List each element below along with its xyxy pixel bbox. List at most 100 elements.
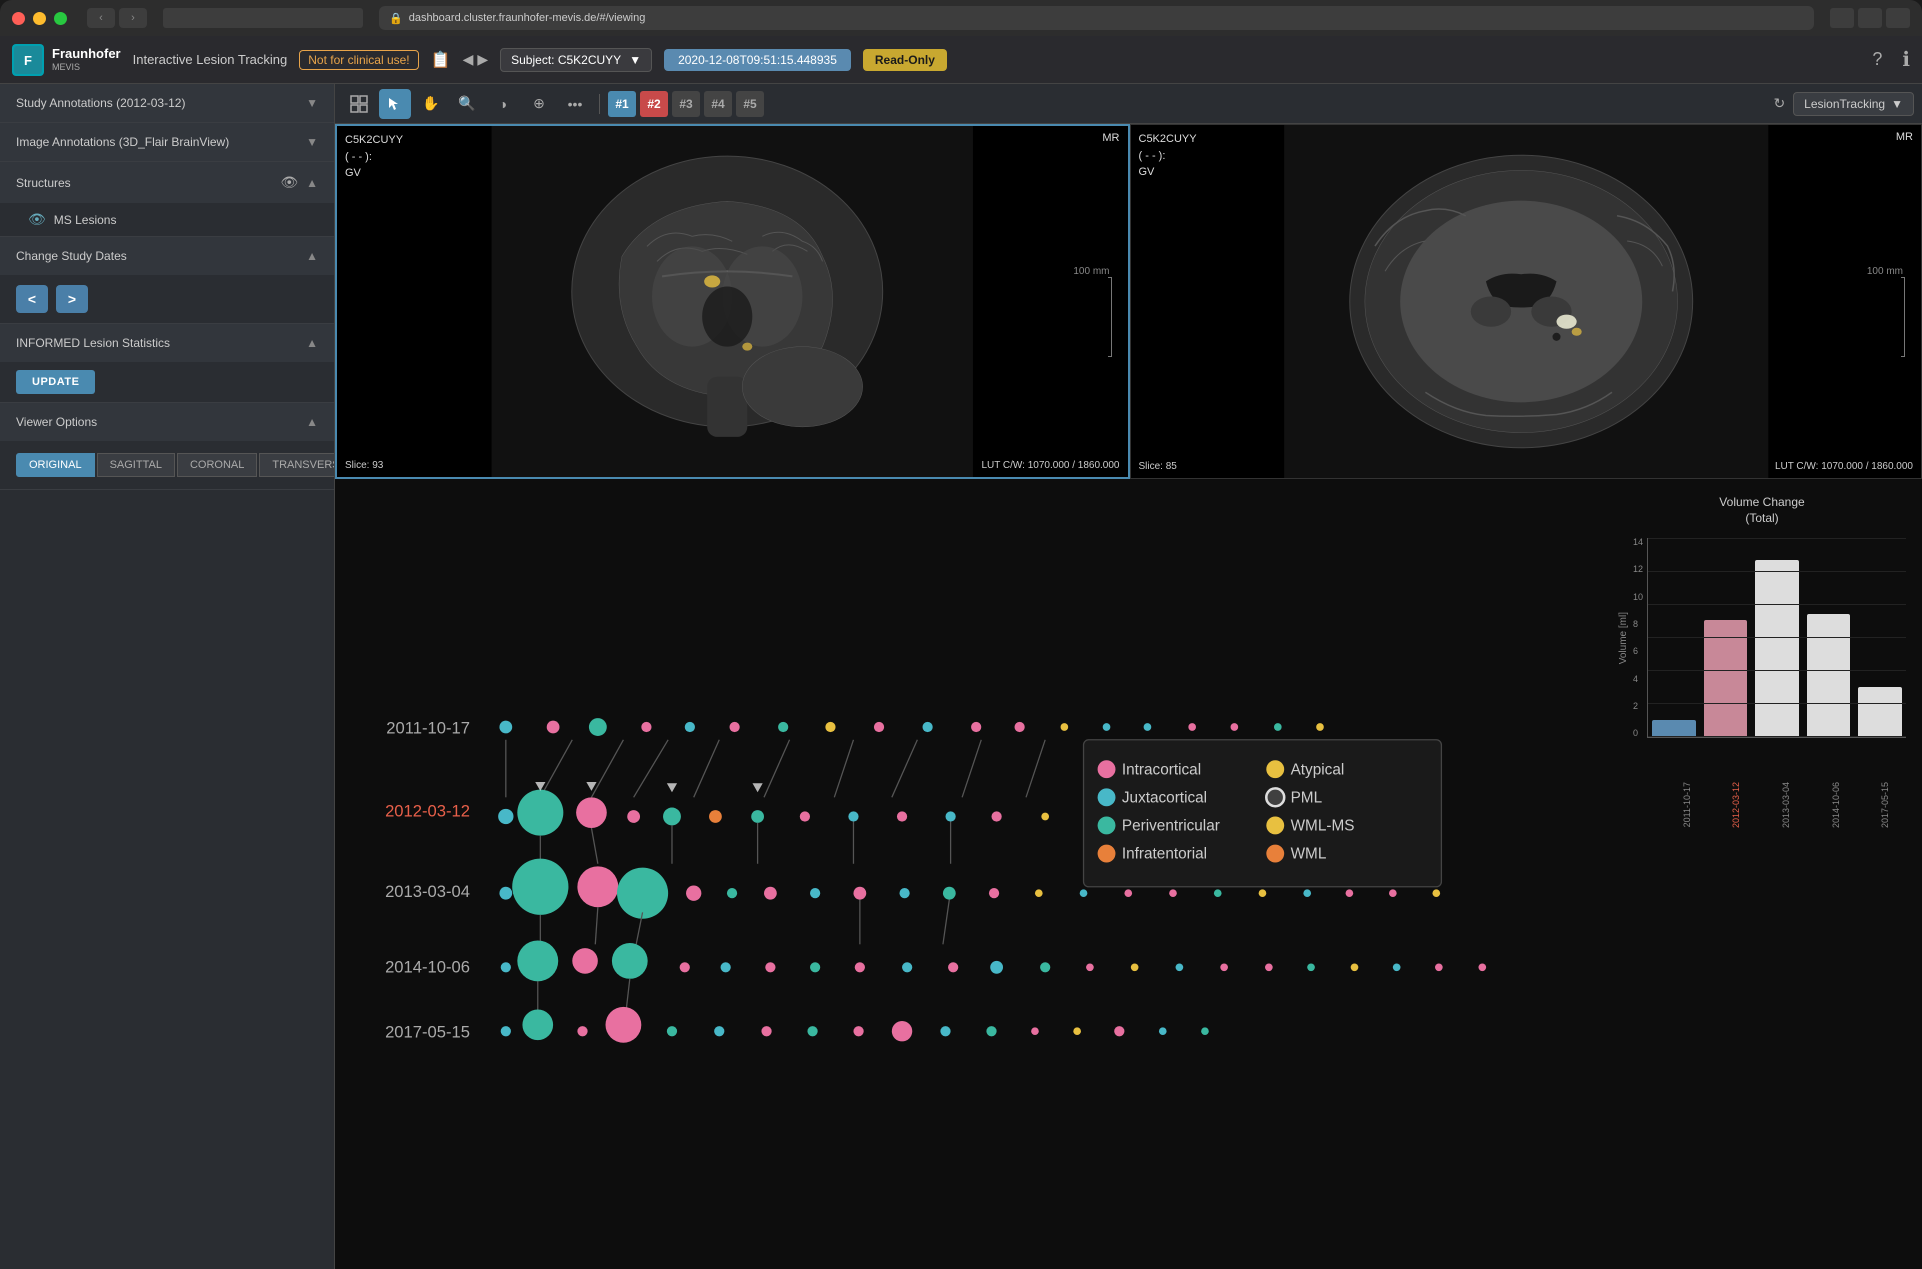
close-button[interactable] — [12, 12, 25, 25]
viewport-5-button[interactable]: #5 — [736, 91, 764, 117]
view-transversal-button[interactable]: TRANSVERSAL — [259, 453, 335, 477]
study-annotations-section: Study Annotations (2012-03-12) ▼ — [0, 84, 334, 123]
y-tick-8: 8 — [1633, 620, 1643, 629]
structures-section: Structures 👁 ▲ 👁 MS Lesions — [0, 162, 334, 237]
viewer1-info-top: C5K2CUYY ( - - ): GV — [345, 132, 403, 182]
toolbar: ✋ 🔍 ◑ ⊕ ••• #1 #2 #3 #4 #5 ↻ LesionTrack… — [335, 84, 1922, 124]
viewer-options-title: Viewer Options — [16, 415, 97, 429]
viewer2-info: ( - - ): — [1139, 148, 1197, 165]
structures-header[interactable]: Structures 👁 ▲ — [0, 162, 334, 203]
info-icon[interactable]: ℹ — [1902, 47, 1910, 72]
ms-lesion-row: 👁 MS Lesions — [0, 203, 334, 236]
view-sagittal-button[interactable]: SAGITTAL — [97, 453, 175, 477]
lesion-tracking-dropdown[interactable]: LesionTracking ▼ — [1793, 92, 1914, 116]
prev-subject-button[interactable]: ◀ — [463, 51, 474, 68]
study-annotations-header[interactable]: Study Annotations (2012-03-12) ▼ — [0, 84, 334, 122]
eye-icon[interactable]: 👁 — [280, 174, 298, 191]
window-chrome: ‹ › 🔒 dashboard.cluster.fraunhofer-mevis… — [0, 0, 1922, 36]
informed-stats-header[interactable]: INFORMED Lesion Statistics ▲ — [0, 324, 334, 362]
company-name: Fraunhofer — [52, 46, 121, 62]
app-header: F Fraunhofer MEVIS Interactive Lesion Tr… — [0, 36, 1922, 84]
view-coronal-button[interactable]: CORONAL — [177, 453, 257, 477]
brain-svg-1 — [337, 126, 1128, 477]
collapse-icon: ▼ — [306, 96, 318, 110]
layout-tool-button[interactable] — [343, 89, 375, 119]
date-nav-buttons: < > — [0, 275, 334, 323]
svg-text:Infratentorial: Infratentorial — [1122, 846, 1207, 863]
svg-text:Intracortical: Intracortical — [1122, 761, 1201, 778]
study-annotations-title: Study Annotations (2012-03-12) — [16, 96, 185, 110]
image-annotations-header[interactable]: Image Annotations (3D_Flair BrainView) ▼ — [0, 123, 334, 161]
x-label-2017: 2017-05-15 — [1864, 782, 1906, 833]
chart-title: Volume Change(Total) — [1618, 495, 1906, 526]
dropdown-arrow-icon: ▼ — [1891, 97, 1903, 111]
address-bar[interactable]: 🔒 dashboard.cluster.fraunhofer-mevis.de/… — [379, 6, 1814, 30]
ms-lesion-label: MS Lesions — [54, 213, 117, 227]
date-label-2: 2012-03-12 — [385, 801, 470, 820]
select-tool-button[interactable] — [379, 89, 411, 119]
maximize-button[interactable] — [54, 12, 67, 25]
viewer-options-header[interactable]: Viewer Options ▲ — [0, 403, 334, 441]
x-label-2014: 2014-10-06 — [1815, 782, 1857, 833]
logo-icon: F — [12, 44, 44, 76]
bar-2013 — [1755, 560, 1799, 737]
zoom-tool-button[interactable]: 🔍 — [451, 89, 483, 119]
pan-tool-button[interactable]: ✋ — [415, 89, 447, 119]
viewport-2-button[interactable]: #2 — [640, 91, 668, 117]
help-icon[interactable]: ? — [1872, 49, 1882, 70]
x-label-2013: 2013-03-04 — [1765, 782, 1807, 833]
svg-text:WML: WML — [1291, 846, 1327, 863]
logo-area: F Fraunhofer MEVIS — [12, 44, 121, 76]
annotation-icon[interactable]: 📋 — [431, 50, 451, 70]
viewer1-info: ( - - ): — [345, 149, 403, 166]
viewport-4-button[interactable]: #4 — [704, 91, 732, 117]
contrast-tool-button[interactable]: ◑ — [487, 89, 519, 119]
bar-2012 — [1704, 620, 1748, 737]
viewer-options-content: ORIGINAL SAGITTAL CORONAL TRANSVERSAL — [0, 441, 334, 489]
ms-lesion-eye-icon[interactable]: 👁 — [28, 211, 46, 228]
date-display: 2020-12-08T09:51:15.448935 — [664, 49, 851, 71]
date-label-1: 2011-10-17 — [386, 718, 470, 737]
prev-date-button[interactable]: < — [16, 285, 48, 313]
x-label-2012: 2012-03-12 — [1716, 782, 1758, 833]
collapse-icon-6: ▲ — [306, 415, 318, 429]
y-tick-10: 10 — [1633, 593, 1643, 602]
viewer-panel-1[interactable]: C5K2CUYY ( - - ): GV MR Slice: 93 LUT C/… — [335, 124, 1130, 479]
next-date-button[interactable]: > — [56, 285, 88, 313]
y-axis-label: Volume [ml] — [1618, 612, 1629, 664]
collapse-icon-2: ▼ — [306, 135, 318, 149]
change-study-dates-title: Change Study Dates — [16, 249, 127, 263]
next-subject-button[interactable]: ▶ — [477, 51, 488, 68]
viewer1-subject: C5K2CUYY — [345, 132, 403, 149]
forward-button[interactable]: › — [119, 8, 147, 28]
refresh-icon[interactable]: ↻ — [1773, 95, 1785, 112]
scale-bar-2 — [1901, 277, 1905, 357]
not-clinical-badge: Not for clinical use! — [299, 50, 418, 70]
date-label-4: 2014-10-06 — [385, 957, 470, 976]
subject-nav: ◀ ▶ — [463, 51, 489, 68]
chevron-down-icon: ▼ — [629, 53, 641, 67]
view-original-button[interactable]: ORIGINAL — [16, 453, 95, 477]
main-layout: Study Annotations (2012-03-12) ▼ Image A… — [0, 84, 1922, 1269]
collapse-icon-3: ▲ — [306, 176, 318, 190]
viewport-1-button[interactable]: #1 — [608, 91, 636, 117]
change-study-dates-header[interactable]: Change Study Dates ▲ — [0, 237, 334, 275]
subject-selector[interactable]: Subject: C5K2CUYY ▼ — [500, 48, 652, 72]
viewer2-slice: Slice: 85 — [1139, 461, 1177, 472]
y-tick-4: 4 — [1633, 675, 1643, 684]
viewer1-slice: Slice: 93 — [345, 460, 383, 471]
read-only-badge: Read-Only — [863, 49, 947, 71]
collapse-icon-5: ▲ — [306, 336, 318, 350]
volume-chart: Volume Change(Total) Volume [ml] 0 2 4 6… — [1602, 479, 1922, 1269]
viewer1-modality: MR — [1102, 132, 1119, 144]
viewport-3-button[interactable]: #3 — [672, 91, 700, 117]
viewer-panel-2[interactable]: C5K2CUYY ( - - ): GV MR Slice: 85 LUT C/… — [1130, 124, 1922, 479]
back-button[interactable]: ‹ — [87, 8, 115, 28]
update-button[interactable]: UPDATE — [16, 370, 95, 394]
minimize-button[interactable] — [33, 12, 46, 25]
y-tick-6: 6 — [1633, 647, 1643, 656]
more-tools-button[interactable]: ••• — [559, 89, 591, 119]
view-buttons: ORIGINAL SAGITTAL CORONAL TRANSVERSAL — [16, 453, 318, 477]
crosshair-tool-button[interactable]: ⊕ — [523, 89, 555, 119]
svg-text:WML-MS: WML-MS — [1291, 818, 1355, 835]
